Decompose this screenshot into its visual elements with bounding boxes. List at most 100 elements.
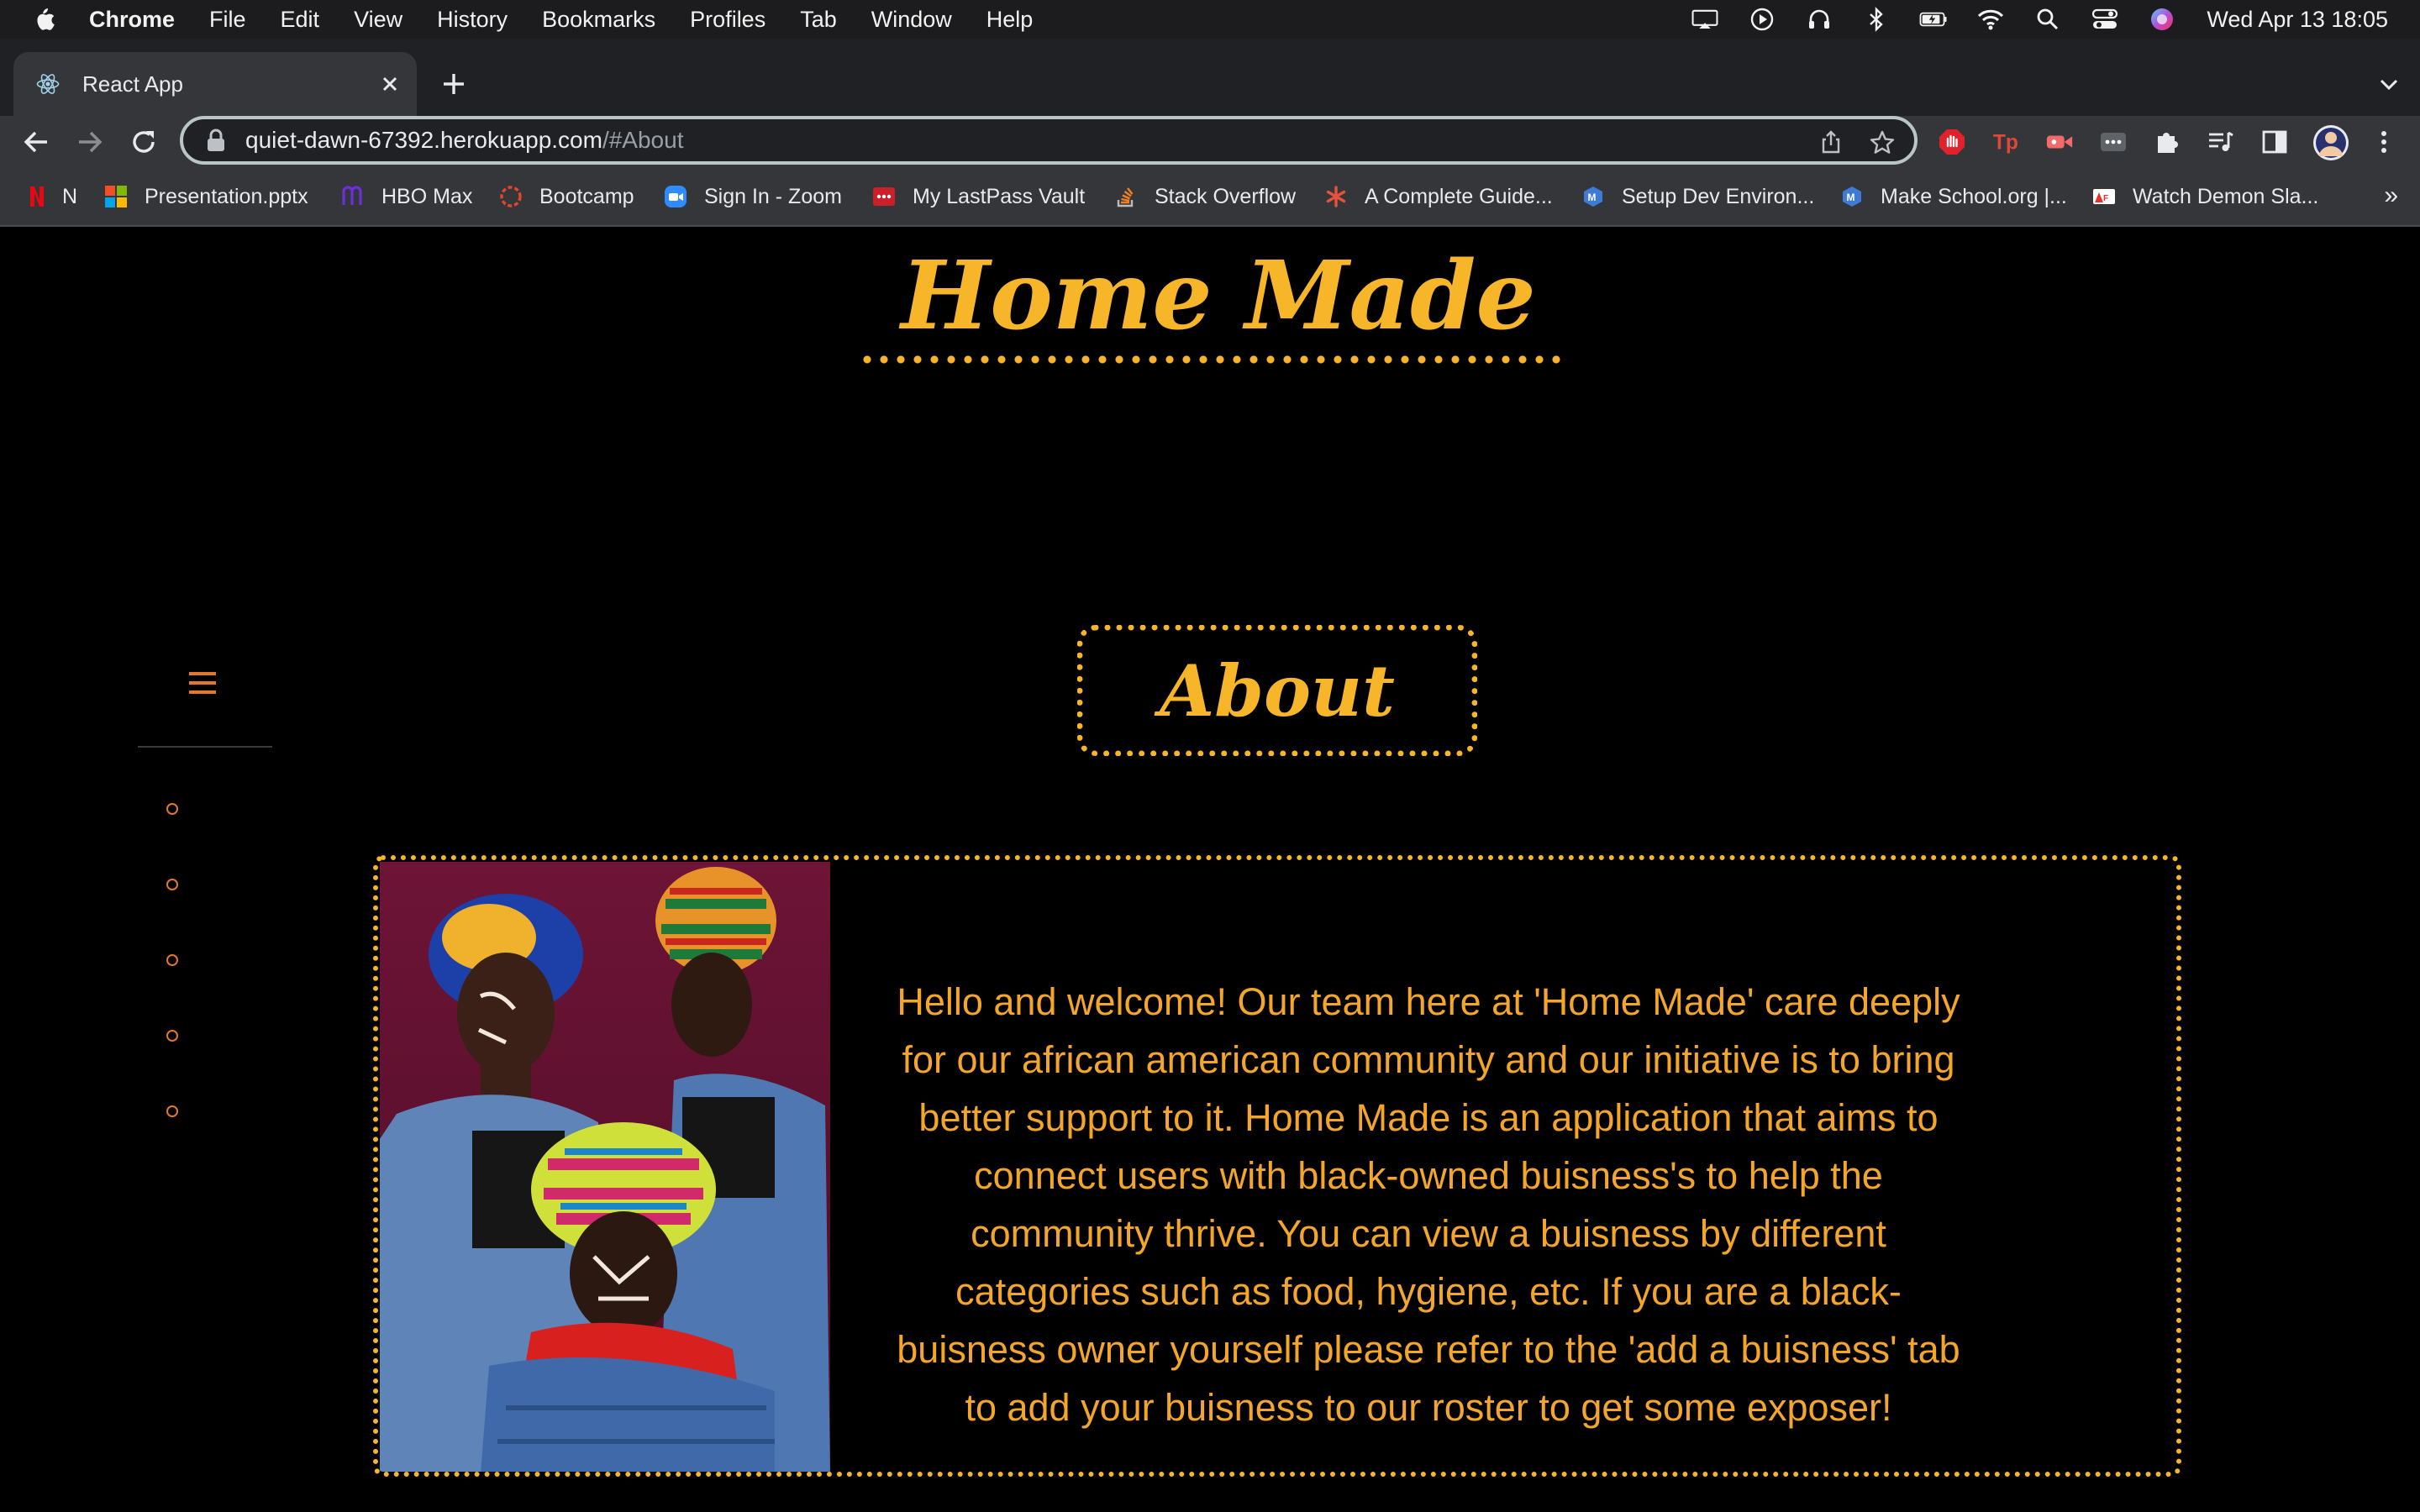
video-extension-icon[interactable]	[2045, 128, 2074, 156]
dotted-underline	[859, 354, 1565, 365]
sidebar-item-4[interactable]	[166, 1030, 178, 1042]
sidebar-divider	[138, 746, 272, 748]
menu-edit[interactable]: Edit	[281, 7, 320, 33]
reload-icon[interactable]	[128, 126, 160, 158]
bookmark-demon-slayer[interactable]: F Watch Demon Sla...	[2092, 181, 2318, 212]
tp-extension-icon[interactable]: Tp	[1991, 128, 2020, 156]
hbo-icon	[342, 186, 362, 205]
address-bar[interactable]: quiet-dawn-67392.herokuapp.com/#About	[180, 116, 1918, 165]
close-tab-icon[interactable]	[378, 72, 402, 96]
bookmark-bootcamp[interactable]: Bootcamp	[499, 181, 634, 212]
netflix-icon	[30, 186, 44, 207]
tab-title: React App	[82, 71, 183, 97]
macos-menu-bar: Chrome File Edit View History Bookmarks …	[0, 0, 2420, 39]
extensions-puzzle-icon[interactable]	[2153, 128, 2181, 156]
makeschool-icon: M	[1584, 186, 1602, 207]
bookmark-label: N	[62, 184, 78, 208]
sidebar-item-2[interactable]	[166, 879, 178, 890]
menu-tab[interactable]: Tab	[800, 7, 837, 33]
about-card: Hello and welcome! Our team here at 'Hom…	[373, 855, 2181, 1477]
bookmark-complete-guide[interactable]: A Complete Guide...	[1324, 181, 1553, 212]
headphones-icon[interactable]	[1805, 7, 1833, 32]
profile-avatar[interactable]	[2312, 124, 2349, 161]
about-heading: About	[1160, 648, 1395, 732]
anime-icon: F	[2093, 189, 2115, 204]
microsoft-icon	[105, 186, 127, 207]
menu-app-chrome[interactable]: Chrome	[89, 7, 175, 33]
menu-window[interactable]: Window	[871, 7, 952, 33]
menu-clock[interactable]: Wed Apr 13 18:05	[2207, 7, 2388, 33]
zoom-icon	[665, 186, 687, 207]
bookmark-hbo-max[interactable]: HBO Max	[341, 181, 472, 212]
browser-toolbar: quiet-dawn-67392.herokuapp.com/#About Tp	[0, 116, 2420, 166]
site-logo-title[interactable]: Home Made	[857, 234, 1580, 360]
adblock-extension-icon[interactable]	[1938, 128, 1966, 156]
siri-icon[interactable]	[2148, 7, 2176, 32]
bookmark-presentation[interactable]: Presentation.pptx	[104, 181, 308, 212]
forward-arrow-icon[interactable]	[74, 126, 106, 158]
menu-help[interactable]: Help	[986, 7, 1034, 33]
menu-view[interactable]: View	[354, 7, 402, 33]
bluetooth-icon[interactable]	[1862, 7, 1891, 32]
svg-text:M: M	[1847, 192, 1855, 203]
bookmark-zoom[interactable]: Sign In - Zoom	[664, 181, 842, 212]
bookmark-label: My LastPass Vault	[913, 184, 1086, 208]
battery-icon[interactable]	[1919, 7, 1948, 32]
bookmark-stack-overflow[interactable]: Stack Overflow	[1114, 181, 1296, 212]
bootcamp-icon	[500, 186, 522, 207]
lastpass-extension-icon[interactable]	[2099, 128, 2128, 156]
bookmarks-bar: N Presentation.pptx HBO Max Bootcamp Sig…	[0, 166, 2420, 227]
spotlight-search-icon[interactable]	[2033, 7, 2062, 32]
menu-file[interactable]: File	[209, 7, 246, 33]
chrome-menu-kebab-icon[interactable]	[2370, 128, 2398, 156]
tab-react-app[interactable]: React App	[13, 52, 417, 116]
svg-text:M: M	[1588, 192, 1597, 203]
menu-bookmarks[interactable]: Bookmarks	[542, 7, 655, 33]
bookmark-label: Bootcamp	[539, 184, 634, 208]
sidebar-nav-list	[166, 803, 192, 1181]
sidebar-item-5[interactable]	[166, 1105, 178, 1117]
bookmark-label: Watch Demon Sla...	[2133, 184, 2319, 208]
team-photo	[380, 862, 830, 1472]
back-arrow-icon[interactable]	[20, 126, 52, 158]
control-center-icon[interactable]	[2091, 7, 2119, 32]
bookmark-setup-dev[interactable]: M Setup Dev Environ...	[1581, 181, 1814, 212]
side-panel-icon[interactable]	[2260, 128, 2289, 156]
menu-profiles[interactable]: Profiles	[690, 7, 765, 33]
bookmark-label: Sign In - Zoom	[704, 184, 842, 208]
wifi-icon[interactable]	[1976, 7, 2005, 32]
page-viewport: Home Made About Hello and welcome! Our t…	[0, 227, 2420, 1512]
url-host: quiet-dawn-67392.herokuapp.com	[245, 127, 602, 153]
lock-icon[interactable]	[205, 128, 227, 153]
apple-logo-icon[interactable]	[32, 6, 55, 33]
play-icon[interactable]	[1748, 7, 1776, 32]
bookmark-make-school[interactable]: M Make School.org |...	[1840, 181, 2067, 212]
sidebar-item-1[interactable]	[166, 803, 178, 815]
svg-text:Tp: Tp	[1993, 132, 2018, 155]
bookmark-label: Setup Dev Environ...	[1622, 184, 1815, 208]
react-logo-icon	[36, 74, 60, 94]
sidebar-item-3[interactable]	[166, 954, 178, 966]
bookmark-lastpass[interactable]: My LastPass Vault	[872, 181, 1085, 212]
bookmark-label: HBO Max	[381, 184, 473, 208]
browser-tab-strip: React App	[0, 39, 2420, 116]
bookmark-label: A Complete Guide...	[1365, 184, 1553, 208]
screen-mirror-icon[interactable]	[1691, 7, 1719, 32]
share-icon[interactable]	[1818, 129, 1844, 155]
bookmarks-overflow-chevron[interactable]: »	[2384, 181, 2398, 210]
stackoverflow-icon	[1117, 187, 1134, 207]
status-area: Wed Apr 13 18:05	[1662, 0, 2388, 39]
asterisk-icon	[1326, 186, 1346, 207]
bookmark-netflix[interactable]: N	[25, 181, 77, 212]
bookmark-star-icon[interactable]	[1869, 129, 1896, 156]
bookmark-label: Make School.org |...	[1881, 184, 2067, 208]
makeschool-icon: M	[1843, 186, 1861, 207]
about-heading-box: About	[1077, 625, 1477, 756]
tab-search-chevron-icon[interactable]	[2375, 71, 2403, 99]
new-tab-plus-icon[interactable]	[437, 67, 471, 101]
menu-history[interactable]: History	[437, 7, 508, 33]
about-paragraph: Hello and welcome! Our team here at 'Hom…	[897, 980, 1960, 1429]
hamburger-menu-icon[interactable]	[188, 670, 217, 696]
media-controls-icon[interactable]	[2207, 128, 2235, 156]
url-path: /#About	[602, 127, 684, 153]
